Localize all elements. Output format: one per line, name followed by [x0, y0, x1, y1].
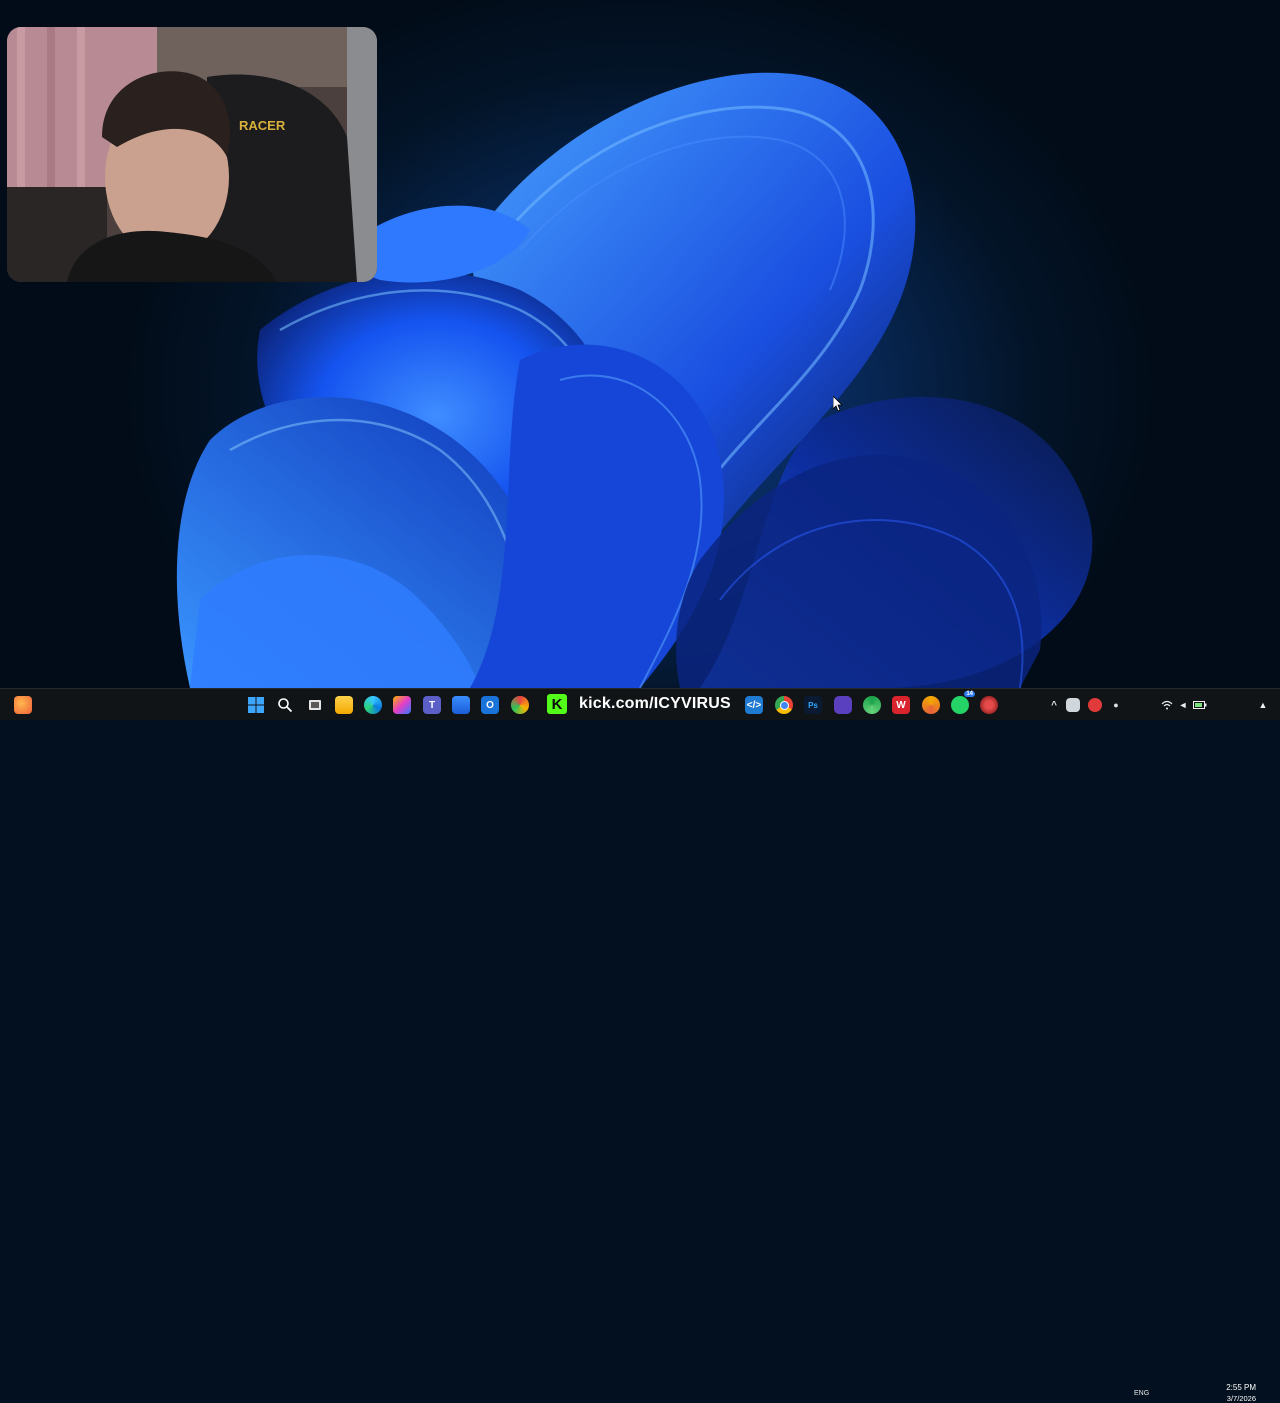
language-indicator[interactable]: ENG [1134, 1390, 1149, 1397]
obs-icon[interactable] [834, 696, 852, 714]
wps-icon[interactable]: W [892, 696, 910, 714]
stream-banner: K kick.com/ICYVIRUS [544, 692, 740, 716]
copilot-icon[interactable] [393, 696, 411, 714]
webcam-overlay: RACER [7, 27, 377, 282]
chevron-up-icon[interactable]: ^ [1045, 696, 1063, 714]
photoshop-icon[interactable]: Ps [804, 696, 822, 714]
vscode-icon[interactable]: </> [745, 696, 763, 714]
kick-logo-icon: K [547, 694, 567, 714]
webcam-feed: RACER [7, 27, 377, 282]
search-icon[interactable] [276, 696, 294, 714]
volume-icon[interactable]: ◄ [1176, 698, 1190, 712]
tray-record-icon[interactable] [1088, 698, 1102, 712]
settings-icon[interactable] [980, 696, 998, 714]
mouse-cursor-icon [833, 396, 843, 412]
clock-time[interactable]: 2:55 PM [1216, 1383, 1256, 1392]
stream-banner-text: kick.com/ICYVIRUS [579, 695, 731, 712]
start-icon[interactable] [247, 696, 265, 714]
clock-date[interactable]: 3/7/2026 [1212, 1394, 1256, 1403]
phone-link-icon[interactable] [863, 696, 881, 714]
chrome-canary-icon[interactable] [922, 696, 940, 714]
chrome-icon[interactable] [775, 696, 793, 714]
notification-bell-icon[interactable]: ▲ [1257, 698, 1269, 712]
weather-widget-icon[interactable] [14, 696, 32, 714]
edge-icon[interactable] [364, 696, 382, 714]
outlook-icon[interactable]: O [481, 696, 499, 714]
task-view-icon[interactable] [306, 696, 324, 714]
microphone-icon[interactable]: ● [1109, 698, 1123, 712]
app-icon[interactable] [511, 696, 529, 714]
teams-icon[interactable]: T [423, 696, 441, 714]
tray-app-icon[interactable] [1066, 698, 1080, 712]
battery-icon[interactable] [1193, 698, 1207, 712]
file-explorer-icon[interactable] [335, 696, 353, 714]
chair-brand-text: RACER [239, 118, 286, 133]
whatsapp-icon[interactable]: 14 [951, 691, 975, 714]
desktop-wallpaper: RACER [0, 0, 1280, 688]
wifi-icon[interactable] [1160, 698, 1174, 712]
store-icon[interactable] [452, 696, 470, 714]
whatsapp-badge: 14 [964, 691, 975, 697]
